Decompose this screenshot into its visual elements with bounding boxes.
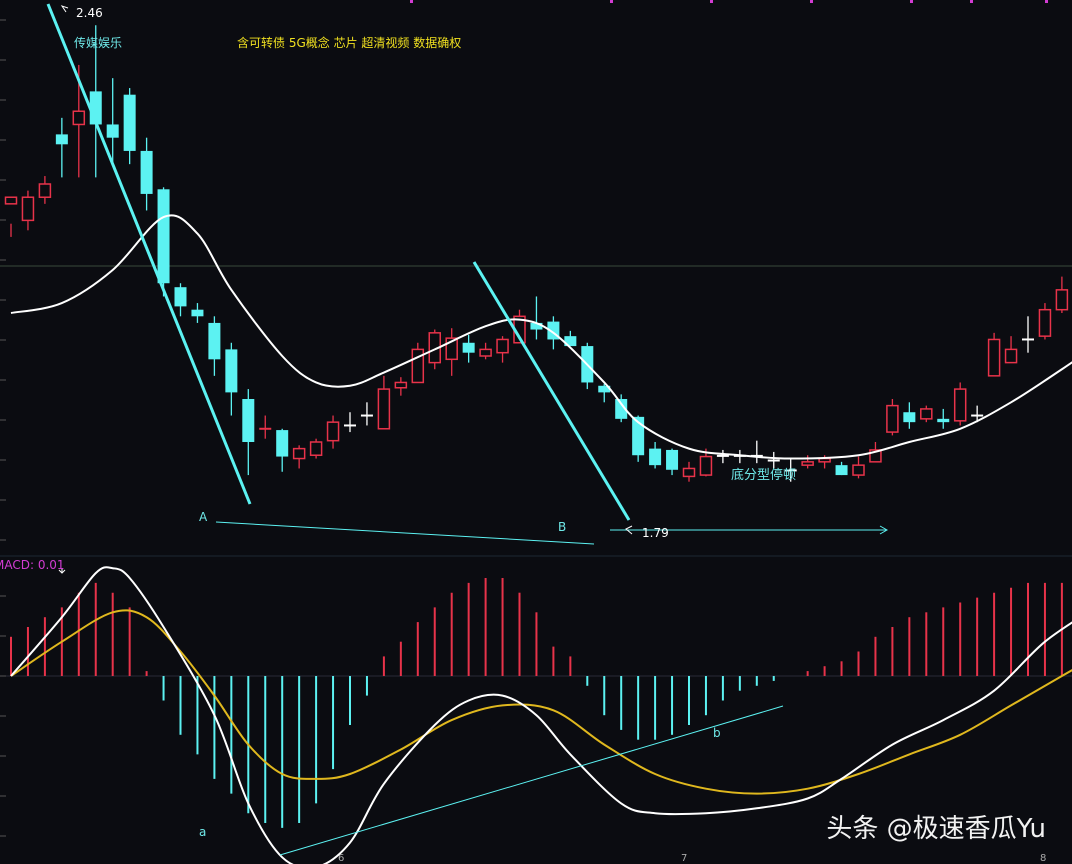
macd-label: MACD: 0.01: [0, 558, 65, 572]
divergence-line-upper: [215, 521, 595, 545]
candle-body: [987, 338, 1001, 377]
x-tick-label: 7: [681, 853, 688, 864]
candle-body: [479, 348, 492, 357]
trendline-down-1: [46, 3, 252, 505]
candle-body: [682, 467, 696, 478]
high-pointer: [60, 5, 69, 13]
point-b-lower: b: [713, 726, 721, 740]
candle-body: [801, 461, 814, 466]
candle-body: [123, 94, 136, 151]
candle-body: [377, 388, 391, 430]
watermark: 头条 @极速香瓜Yu: [826, 814, 1046, 844]
divergence-line-lower: [279, 705, 784, 856]
point-a-lower: a: [199, 825, 207, 839]
candle-body: [157, 189, 170, 284]
candle-body: [292, 447, 306, 460]
candle-body: [699, 455, 713, 476]
candle-body: [326, 421, 340, 442]
candle-body: [276, 430, 289, 457]
candle-body: [649, 448, 662, 466]
point-b-upper: B: [558, 520, 567, 534]
candle-body: [852, 464, 865, 476]
candle-body: [55, 134, 68, 145]
candle-body: [106, 124, 119, 138]
top-marker: [1045, 0, 1048, 3]
candle-body: [903, 412, 916, 423]
top-marker: [910, 0, 913, 3]
candle-body: [72, 110, 86, 126]
candle-body: [21, 196, 35, 222]
candle-body: [496, 338, 509, 354]
point-a-upper: A: [199, 510, 208, 524]
x-tick-label: 6: [338, 853, 345, 864]
candle-body: [309, 441, 323, 456]
top-marker: [970, 0, 973, 3]
candle-body: [140, 150, 153, 194]
candle-body: [208, 322, 221, 360]
candle-body: [174, 287, 187, 307]
high-price-label: 2.46: [76, 6, 103, 20]
top-marker: [410, 0, 413, 3]
candle-body: [920, 408, 933, 420]
candle-body: [394, 381, 408, 389]
candle-body: [835, 465, 848, 476]
top-marker: [810, 0, 813, 3]
top-marker: [710, 0, 713, 3]
chart-canvas: [0, 0, 1072, 864]
low-price-label: 1.79: [642, 526, 669, 540]
candle-body: [886, 404, 899, 433]
pattern-label: 底分型停顿: [731, 468, 797, 483]
candle-body: [38, 183, 52, 198]
candle-body: [462, 342, 475, 353]
candle-body: [1038, 308, 1052, 337]
candle-body: [191, 309, 204, 317]
x-tick-label: 8: [1040, 853, 1047, 864]
candle-body: [4, 196, 18, 205]
candle-body: [937, 418, 950, 423]
candle-body: [1004, 348, 1018, 364]
concepts-label: 含可转债 5G概念 芯片 超清视频 数据确权: [237, 36, 462, 50]
sector-label: 传媒娱乐: [74, 36, 123, 50]
top-marker: [610, 0, 613, 3]
candle-body: [242, 399, 255, 442]
candle-body: [953, 388, 967, 422]
candle-body: [666, 449, 679, 470]
candle-body: [225, 349, 238, 393]
candle-body: [1055, 289, 1069, 311]
